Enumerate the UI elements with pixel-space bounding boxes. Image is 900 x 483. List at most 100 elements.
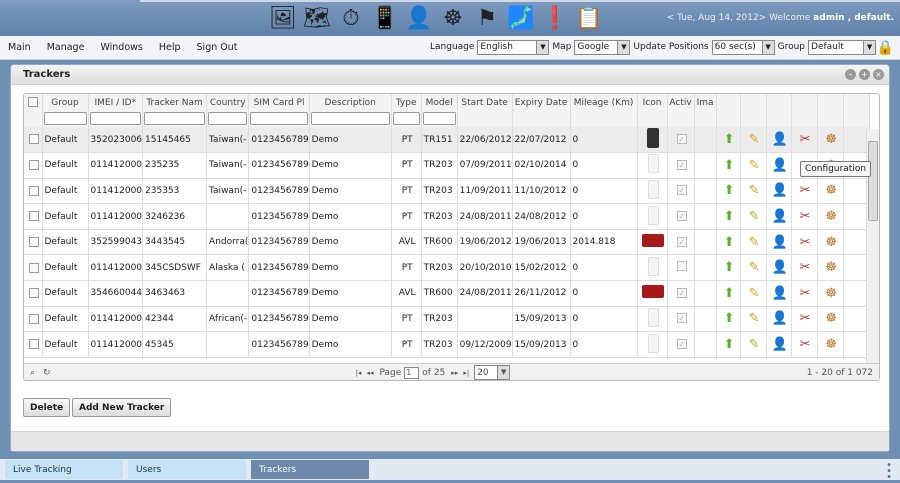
flag-icon[interactable]: ⚑ [472,2,502,34]
row-checkbox[interactable] [24,254,43,282]
table-row[interactable]: Default 352599043 3443545 Andorra(012345678… [24,229,870,256]
edit-icon[interactable]: ✎ [740,331,767,358]
column-header[interactable]: IMEI / ID* [88,94,144,111]
row-checkbox[interactable] [24,152,43,179]
edit-icon[interactable]: ✎ [740,229,767,256]
column-header[interactable]: Icon [637,94,668,111]
configuration-icon[interactable]: ✂ [791,254,818,282]
edit-icon[interactable]: ✎ [740,127,767,154]
next-page-icon[interactable]: ▸▸ [451,369,458,377]
move-up-icon[interactable]: ⬆ [716,152,741,179]
row-checkbox[interactable] [24,331,43,358]
filter-input[interactable] [250,112,308,125]
lock-icon[interactable]: 🔒 [877,40,894,56]
route-map-icon[interactable]: 🗾 [506,2,536,34]
task-trackers[interactable]: Trackers [251,460,369,479]
steering-wheel-icon[interactable]: ☸ [817,127,844,154]
language-select[interactable]: English ▼ [477,39,550,55]
select-all-checkbox[interactable] [24,94,43,111]
menu-main[interactable]: Main [0,42,39,53]
last-page-icon[interactable]: ▸| [463,369,469,377]
column-header[interactable]: SIM Card Pl [248,94,310,111]
search-icon[interactable]: ⌕ [30,368,35,378]
table-row[interactable]: Default 011412000 42344 African(- 0123456789… [24,306,870,333]
user-icon[interactable]: 👤 [766,306,792,333]
menu-help[interactable]: Help [151,42,189,53]
steering-wheel-icon[interactable]: ☸ [438,2,468,34]
report-icon[interactable]: 📋 [574,2,604,34]
move-up-icon[interactable]: ⬆ [716,254,741,282]
edit-icon[interactable]: ✎ [740,306,767,333]
map-select[interactable]: Google ▼ [574,39,631,55]
configuration-icon[interactable]: ✂ [791,229,818,256]
edit-icon[interactable]: ✎ [740,203,767,230]
more-icon[interactable]: • • • [886,461,892,483]
steering-wheel-icon[interactable]: ☸ [817,254,844,282]
user-icon[interactable]: 👤 [766,331,792,358]
delete-button[interactable]: Delete [23,398,71,417]
row-checkbox[interactable] [24,203,43,230]
easel-icon[interactable]: 🖼 [268,2,298,34]
column-header[interactable]: Expiry Date [512,94,571,111]
minimize-icon[interactable]: – [845,69,856,80]
column-header[interactable]: Model [421,94,458,111]
table-row[interactable]: Default 011412000 45345 0123456789 Demo PT TR2… [24,331,870,358]
column-header[interactable]: Group [42,94,89,111]
prev-page-icon[interactable]: ◂◂ [366,369,373,377]
maximize-icon[interactable]: + [859,69,870,80]
move-up-icon[interactable]: ⬆ [716,229,741,256]
scroll-thumb[interactable] [868,141,878,221]
column-header[interactable]: Ima [694,94,717,111]
steering-wheel-icon[interactable]: ☸ [817,178,844,205]
user-icon[interactable]: 👤 [766,178,792,205]
column-header[interactable] [817,94,844,111]
row-checkbox[interactable] [24,280,43,307]
edit-icon[interactable]: ✎ [740,152,767,179]
filter-input[interactable] [144,112,206,125]
column-header[interactable]: Start Date [457,94,513,111]
filter-input[interactable] [422,112,456,125]
column-header[interactable]: Country [206,94,250,111]
update-select[interactable]: 60 sec(s) ▼ [711,39,775,55]
user-icon[interactable]: 👤 [766,280,792,307]
filter-input[interactable] [89,112,142,125]
add-new-tracker-button[interactable]: Add New Tracker [72,398,172,417]
filter-input[interactable] [310,112,390,125]
menu-sign-out[interactable]: Sign Out [189,42,246,53]
row-checkbox[interactable] [24,127,43,154]
column-header[interactable] [740,94,767,111]
move-up-icon[interactable]: ⬆ [716,178,741,205]
configuration-icon[interactable]: ✂ [791,306,818,333]
refresh-icon[interactable]: ↻ [43,368,51,378]
steering-wheel-icon[interactable]: ☸ [817,306,844,333]
user-icon[interactable]: 👤 [766,254,792,282]
configuration-icon[interactable]: ✂ [791,178,818,205]
user-icon[interactable]: 👤 [404,2,434,34]
configuration-icon[interactable]: ✂ [791,331,818,358]
move-up-icon[interactable]: ⬆ [716,203,741,230]
page-input[interactable]: 1 [404,366,420,379]
filter-input[interactable] [43,112,87,125]
user-icon[interactable]: 👤 [766,127,792,154]
edit-icon[interactable]: ✎ [740,280,767,307]
column-header[interactable]: Tracker Nam [142,94,208,111]
steering-wheel-icon[interactable]: ☸ [817,203,844,230]
steering-wheel-icon[interactable]: ☸ [817,280,844,307]
move-up-icon[interactable]: ⬆ [716,280,741,307]
edit-icon[interactable]: ✎ [740,254,767,282]
column-header[interactable]: Activ [667,94,695,111]
row-checkbox[interactable] [24,178,43,205]
task-users[interactable]: Users [128,460,246,479]
column-header[interactable]: Description [309,94,392,111]
menu-manage[interactable]: Manage [39,42,93,53]
alert-icon[interactable]: ❗ [540,2,570,34]
steering-wheel-icon[interactable]: ☸ [817,331,844,358]
move-up-icon[interactable]: ⬆ [716,127,741,154]
user-icon[interactable]: 👤 [766,229,792,256]
clock-icon[interactable]: ⏱ [336,2,366,34]
task-live-tracking[interactable]: Live Tracking [5,460,123,479]
move-up-icon[interactable]: ⬆ [716,331,741,358]
group-select[interactable]: Default ▼ [808,39,877,55]
column-header[interactable] [766,94,792,111]
configuration-icon[interactable]: ✂ [791,280,818,307]
